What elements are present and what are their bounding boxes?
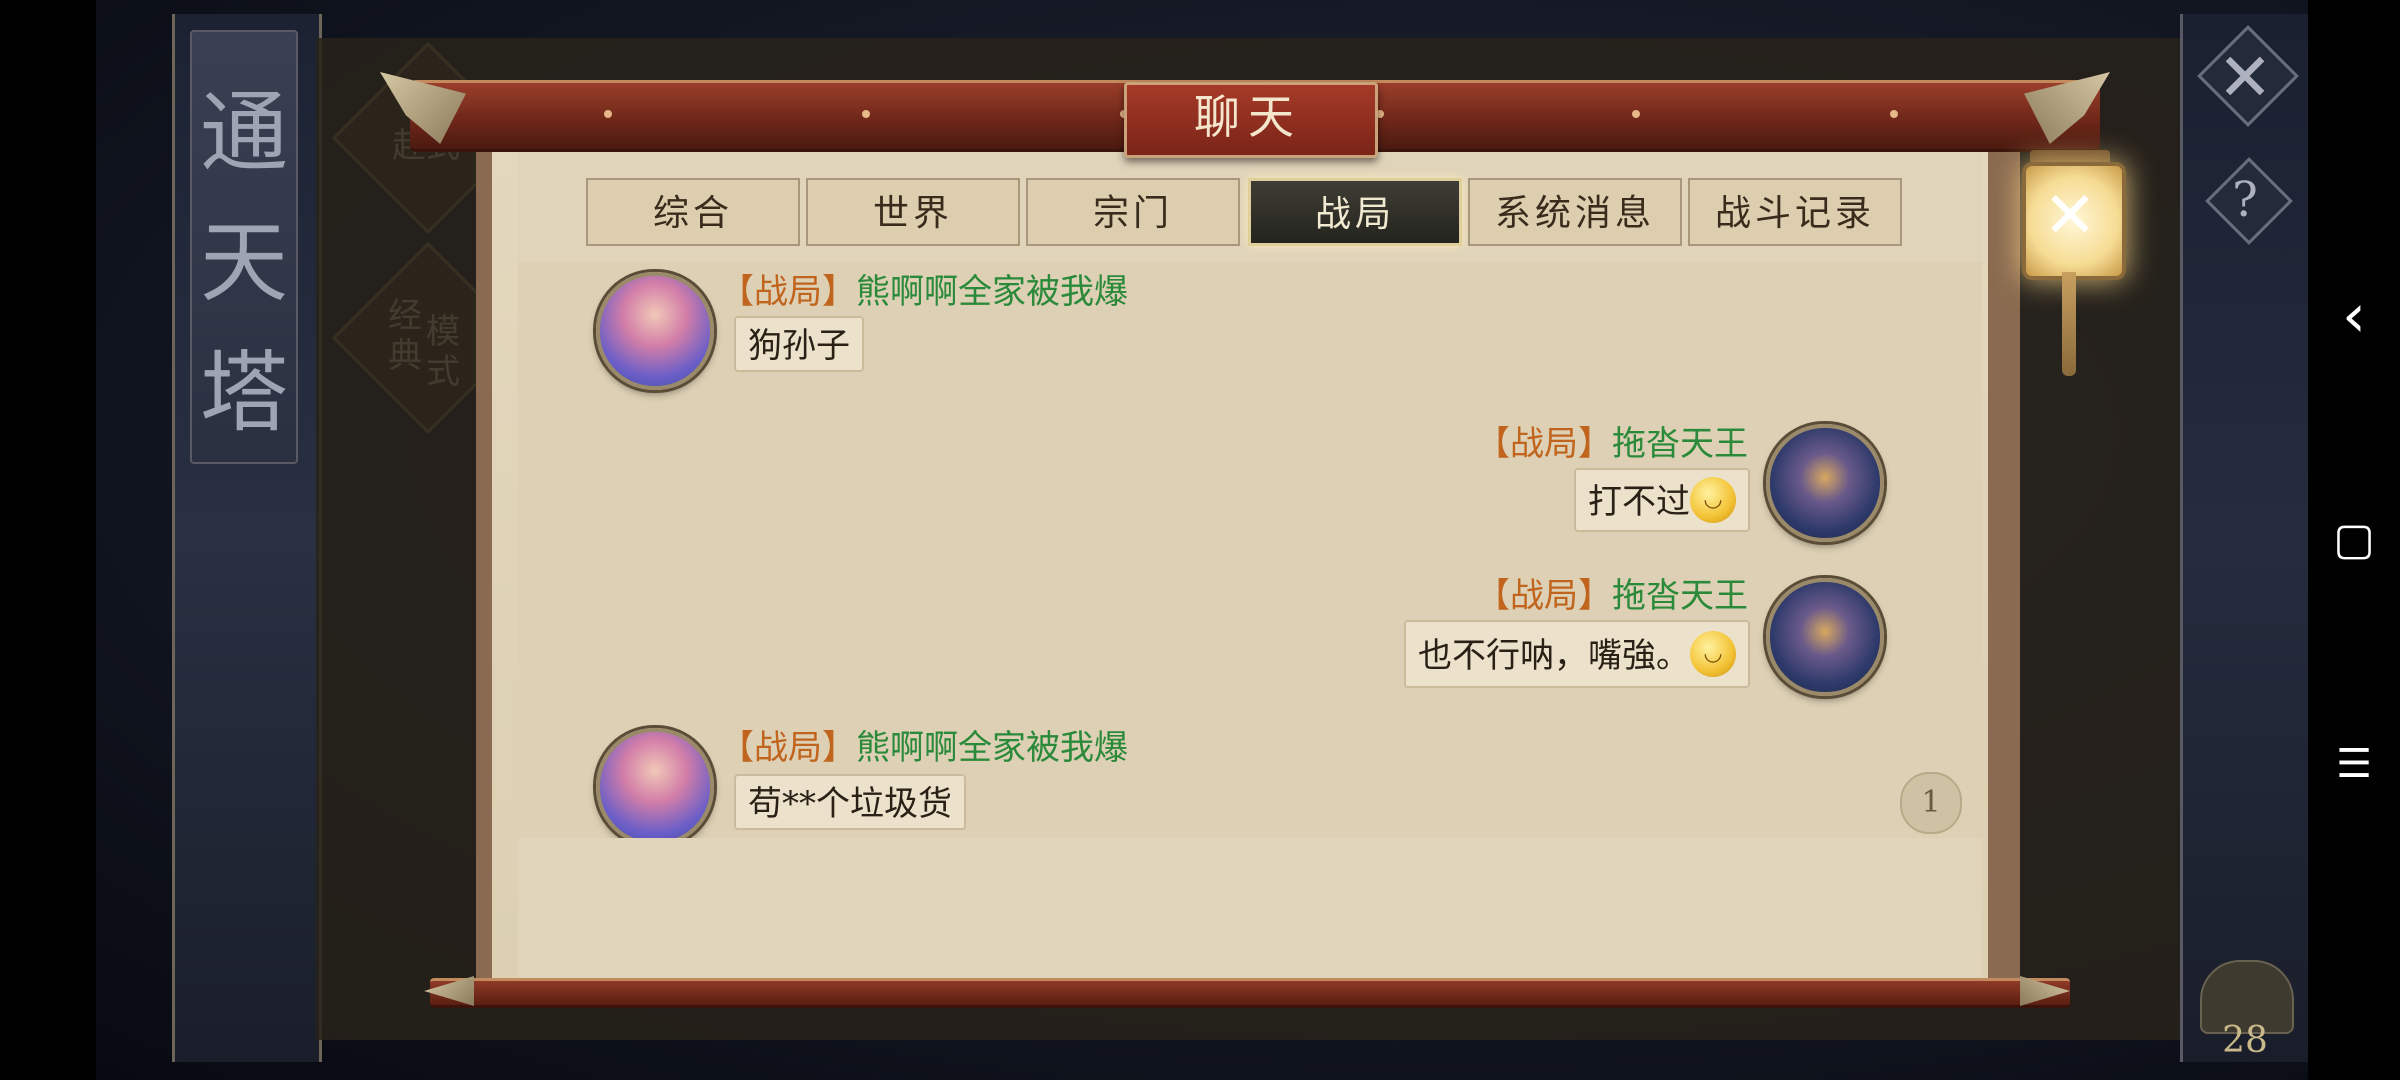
smile-emoji-icon: ◡ (1690, 477, 1736, 523)
message-bubble: 打不过 ◡ (1574, 468, 1750, 532)
message-header: 【战局】拖沓天王 (1476, 416, 1748, 465)
banner-char: 通 (199, 81, 288, 184)
female-hero-avatar[interactable] (596, 272, 714, 390)
tower-banner: 通 天 塔 (190, 30, 298, 464)
tab-sect[interactable]: 宗门 (1026, 178, 1240, 246)
tab-comprehensive[interactable]: 综合 (586, 178, 800, 246)
close-icon[interactable]: ✕ (2022, 164, 2118, 268)
channel-tag: 【战局】 (720, 272, 856, 312)
background-close-icon[interactable]: ✕ (2205, 38, 2285, 118)
tab-battle[interactable]: 战局 (1248, 178, 1462, 246)
rod-stud (862, 110, 870, 118)
message-text: 狗孙子 (748, 326, 850, 366)
channel-tag: 【战局】 (720, 728, 856, 768)
tab-battle-log[interactable]: 战斗记录 (1688, 178, 1902, 246)
message-text: 苟**个垃圾货 (748, 784, 952, 824)
reward-count: 28 (2222, 1020, 2268, 1061)
rod-stud (1632, 110, 1640, 118)
sender-name[interactable]: 熊啊啊全家被我爆 (856, 728, 1128, 768)
message-text: 打不过 (1588, 482, 1690, 522)
unread-count-badge[interactable]: 1 (1900, 772, 1962, 834)
smile-emoji-icon: ◡ (1690, 631, 1736, 677)
sender-name[interactable]: 拖沓天王 (1612, 576, 1748, 616)
male-hero-avatar[interactable] (1766, 578, 1884, 696)
left-letterbox (0, 0, 96, 1080)
channel-tag: 【战局】 (1476, 576, 1612, 616)
message-text: 也不行呐，嘴強。 (1418, 636, 1690, 676)
message-header: 【战局】拖沓天王 (1476, 568, 1748, 617)
message-header: 【战局】熊啊啊全家被我爆 (720, 264, 1128, 313)
home-icon[interactable]: ▢ (2308, 500, 2400, 580)
dialog-title: 聊天 (1194, 90, 1302, 144)
sender-name[interactable]: 熊啊啊全家被我爆 (856, 272, 1128, 312)
message-bubble: 也不行呐，嘴強。 ◡ (1404, 620, 1750, 688)
female-hero-avatar[interactable] (596, 728, 714, 838)
tab-system-messages[interactable]: 系统消息 (1468, 178, 1682, 246)
menu-icon[interactable]: ☰ (2308, 724, 2400, 804)
rod-stud (604, 110, 612, 118)
male-hero-avatar[interactable] (1766, 424, 1884, 542)
banner-char: 塔 (199, 341, 288, 444)
sender-name[interactable]: 拖沓天王 (1612, 424, 1748, 464)
message-header: 【战局】熊啊啊全家被我爆 (720, 720, 1128, 769)
rod-stud (1890, 110, 1898, 118)
help-icon[interactable]: ? (2205, 165, 2285, 235)
chat-message-list[interactable]: 【战局】熊啊啊全家被我爆 狗孙子 【战局】拖沓天王 打不过 ◡ 【战局】拖沓天王 … (518, 262, 1982, 838)
tab-world[interactable]: 世界 (806, 178, 1020, 246)
banner-char: 天 (199, 211, 288, 314)
scroll-bottom-rod (430, 978, 2070, 1008)
message-bubble: 狗孙子 (734, 316, 864, 372)
channel-tag: 【战局】 (1476, 424, 1612, 464)
lantern-tassel (2062, 272, 2076, 376)
message-bubble: 苟**个垃圾货 (734, 774, 966, 830)
back-icon[interactable]: ‹ (2308, 276, 2400, 356)
